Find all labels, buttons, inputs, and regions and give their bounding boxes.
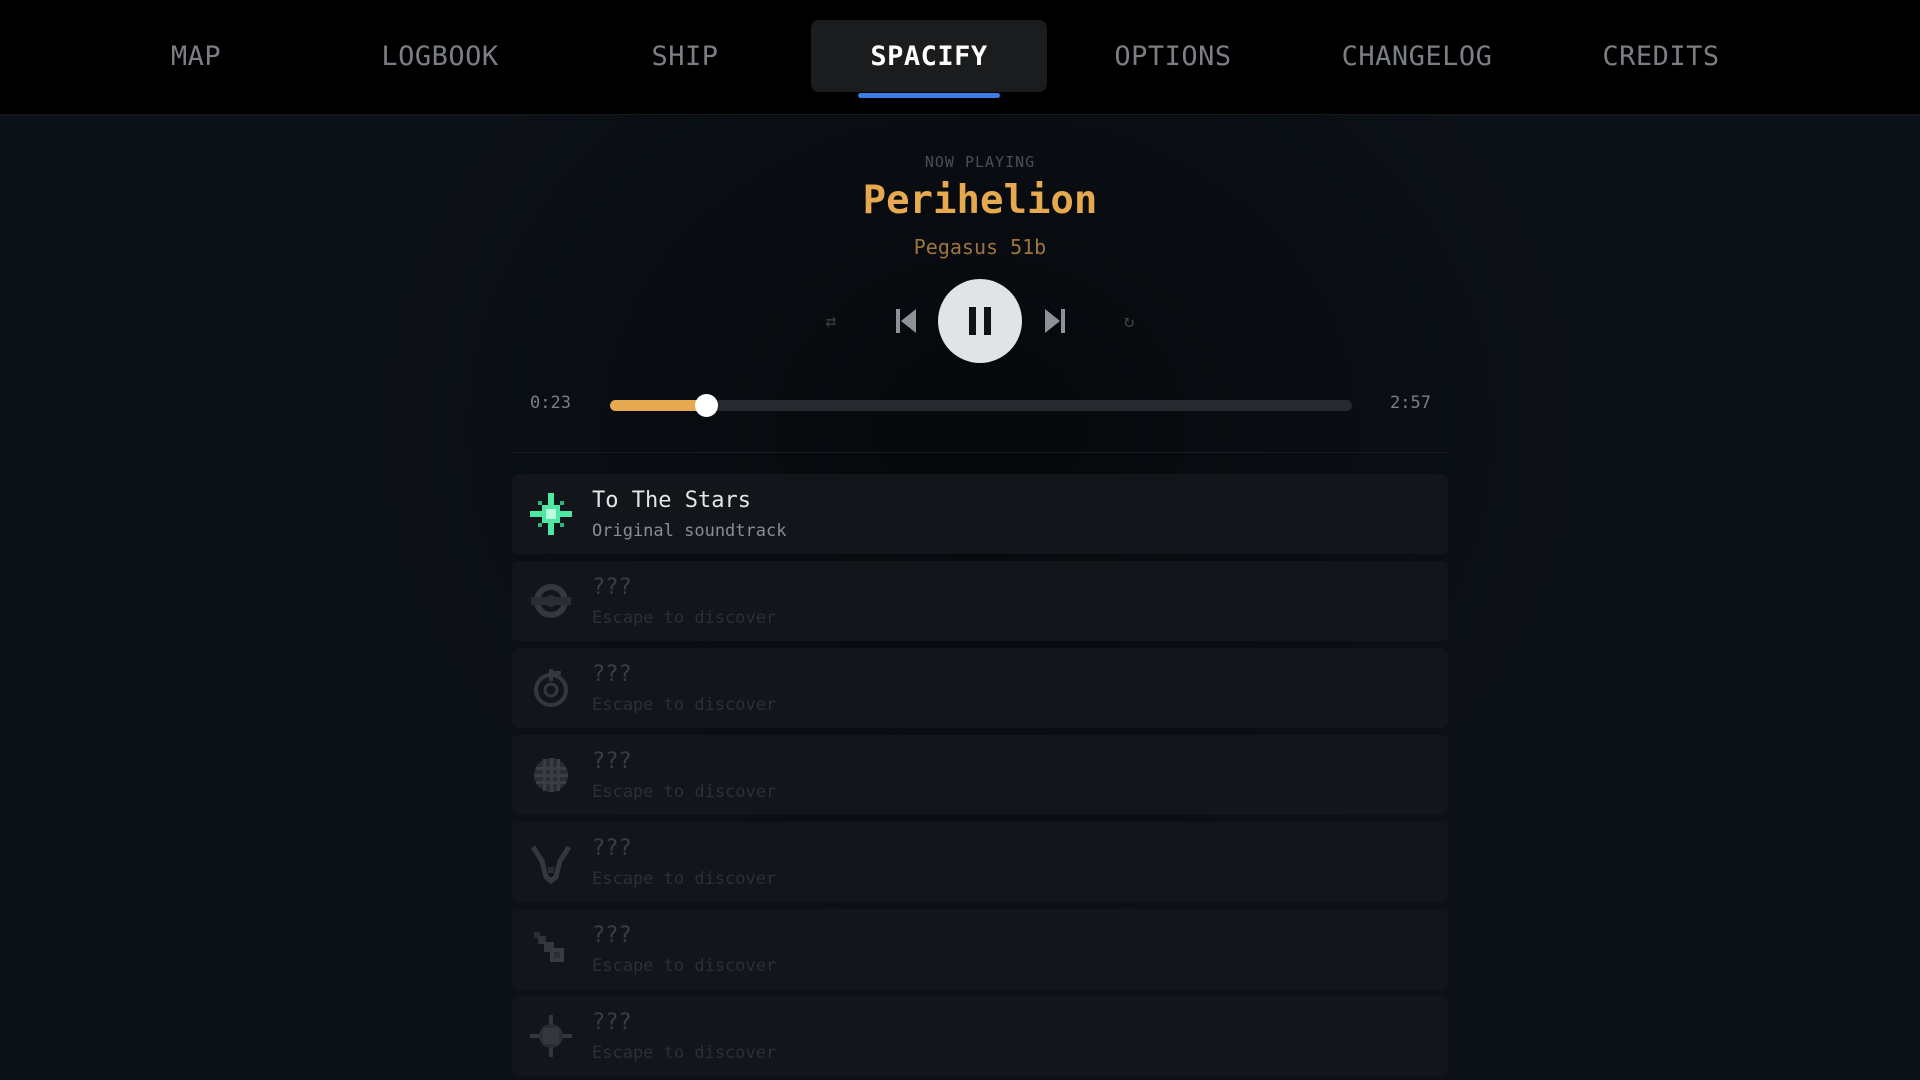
ring-planet-icon [531,584,571,618]
song-title: ??? [592,662,632,687]
song-title: ??? [592,575,632,600]
comet-icon [534,932,564,962]
song-title: To The Stars [592,488,751,513]
track-subtitle: Pegasus 51b [913,235,1047,259]
track-title: Perihelion [862,178,1098,223]
song-subtitle: Escape to discover [592,1043,777,1063]
now-playing-label: NOW PLAYING [924,153,1036,171]
progress-slider[interactable] [610,394,1352,417]
progress-fill [610,400,707,411]
tab-logbook[interactable]: LOGBOOK [322,20,558,92]
song-title: ??? [592,836,632,861]
tab-options[interactable]: OPTIONS [1055,20,1291,92]
song-item[interactable]: ??? Escape to discover [512,909,1448,989]
duration-time: 2:57 [1390,393,1431,413]
tab-ship[interactable]: SHIP [567,20,803,92]
shuffle-button[interactable]: ⇄ [811,301,851,341]
tab-credits[interactable]: CREDITS [1543,20,1779,92]
shuffle-icon: ⇄ [825,310,837,332]
sparkle-star-icon [530,493,572,535]
progress-thumb[interactable] [695,394,719,417]
song-subtitle: Escape to discover [592,608,777,628]
elapsed-time: 0:23 [530,393,571,413]
next-button[interactable] [1035,301,1075,341]
orbit-ring-icon [534,669,568,707]
v-shape-icon [530,845,572,885]
pause-icon [969,307,991,335]
grid-globe-icon [534,758,568,792]
song-item[interactable]: ??? Escape to discover [512,996,1448,1076]
tab-map[interactable]: MAP [78,20,314,92]
song-title: ??? [592,1010,632,1035]
top-nav: MAP LOGBOOK SHIP SPACIFY OPTIONS CHANGEL… [0,0,1920,115]
skip-next-icon [1045,309,1065,333]
song-item[interactable]: ??? Escape to discover [512,648,1448,728]
song-item[interactable]: ??? Escape to discover [512,735,1448,815]
spacify-screen: MAP LOGBOOK SHIP SPACIFY OPTIONS CHANGEL… [0,0,1920,1080]
song-item[interactable]: To The Stars Original soundtrack [512,474,1448,554]
spiky-star-icon [530,1015,572,1057]
divider [512,452,1448,453]
repeat-icon: ↻ [1123,310,1135,332]
song-item[interactable]: ??? Escape to discover [512,822,1448,902]
song-subtitle: Original soundtrack [592,521,787,541]
song-title: ??? [592,923,632,948]
song-subtitle: Escape to discover [592,695,777,715]
song-subtitle: Escape to discover [592,956,777,976]
pause-button[interactable] [938,279,1022,363]
song-subtitle: Escape to discover [592,782,777,802]
skip-previous-icon [896,309,916,333]
song-subtitle: Escape to discover [592,869,777,889]
tab-spacify[interactable]: SPACIFY [811,20,1047,98]
tab-changelog[interactable]: CHANGELOG [1299,20,1535,92]
song-item[interactable]: ??? Escape to discover [512,561,1448,641]
previous-button[interactable] [886,301,926,341]
repeat-button[interactable]: ↻ [1109,301,1149,341]
song-title: ??? [592,749,632,774]
